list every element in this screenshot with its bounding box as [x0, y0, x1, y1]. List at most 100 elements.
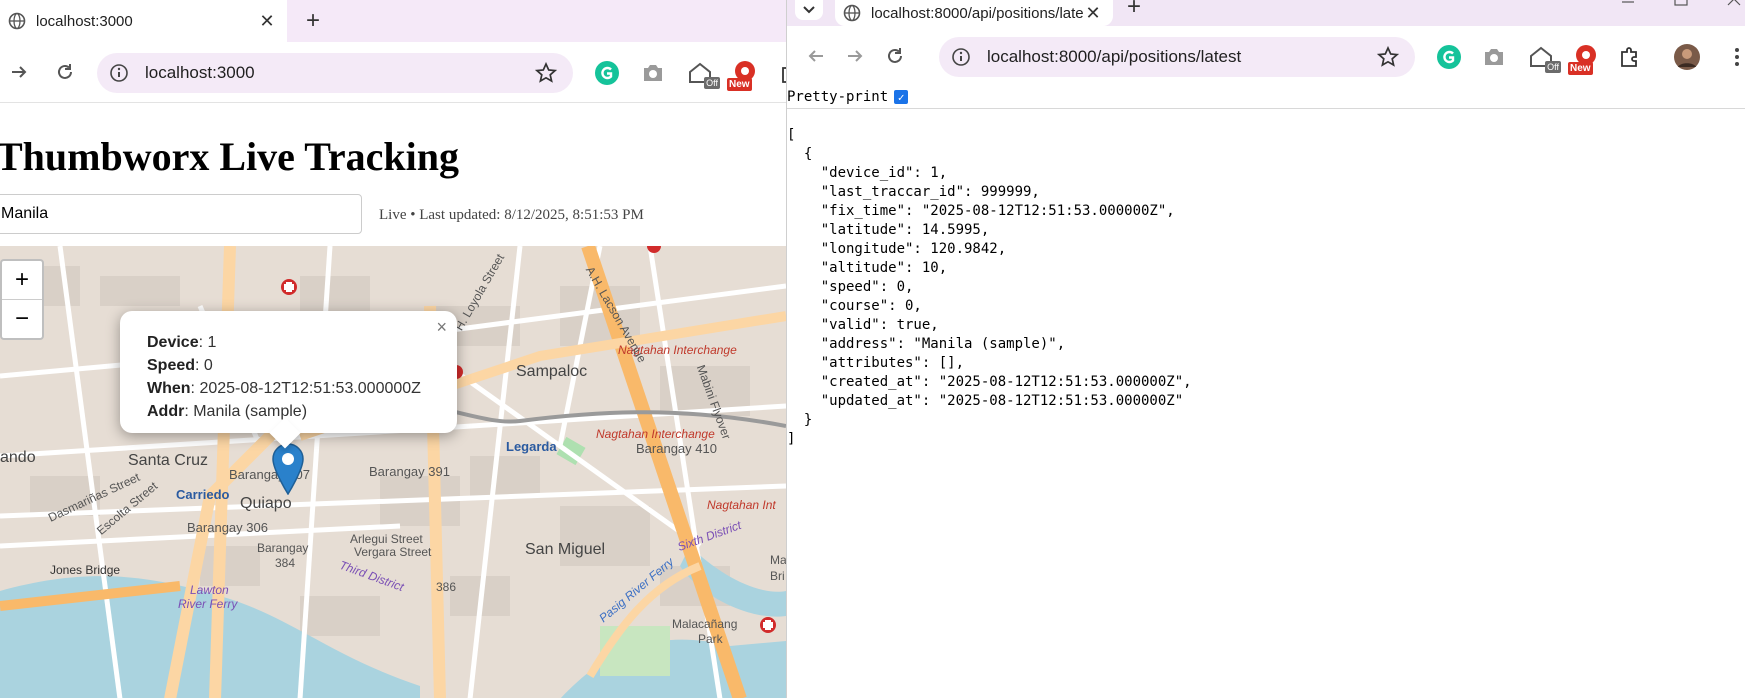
json-line: ] [787, 431, 796, 447]
popup-close-button[interactable]: × [436, 317, 447, 338]
map-label: H. Loyola Street [452, 251, 508, 333]
forward-arrow-icon[interactable] [2, 55, 36, 89]
ext-new-icon[interactable]: New [1568, 43, 1600, 75]
puzzle-icon[interactable] [776, 59, 786, 87]
ext-new-icon[interactable]: New [727, 59, 759, 91]
popup-device-value: : 1 [198, 334, 217, 351]
map-label: 386 [436, 580, 457, 594]
popup-addr-label: Addr [147, 403, 185, 420]
tab-api-positions[interactable]: localhost:8000/api/positions/latest ✕ [835, 0, 1113, 26]
map-marker-icon[interactable] [272, 443, 304, 495]
json-line: "valid": true, [787, 317, 939, 333]
map-label: Nagtahan Int [707, 498, 776, 512]
tab-strip: localhost:8000/api/positions/latest ✕ + [787, 0, 1745, 26]
map-label: San Miguel [525, 541, 606, 558]
search-input[interactable] [0, 194, 362, 234]
page-title: Thumbworx Live Tracking [0, 134, 460, 179]
popup-when-row: When: 2025-08-12T12:51:53.000000Z [147, 377, 421, 400]
browser-toolbar: localhost:3000 Off New [0, 42, 786, 102]
new-tab-button[interactable]: + [298, 6, 328, 36]
ext-off-icon[interactable]: Off [1527, 43, 1561, 73]
grammarly-icon[interactable] [1435, 43, 1463, 71]
chevron-down-icon [803, 6, 815, 14]
forward-arrow-icon[interactable] [838, 39, 872, 73]
map-label: Barangay [257, 541, 309, 555]
tab-title: localhost:8000/api/positions/latest [871, 4, 1083, 22]
json-line: "latitude": 14.5995, [787, 222, 990, 238]
popup-addr-row: Addr: Manila (sample) [147, 400, 421, 423]
zoom-out-button[interactable]: − [2, 299, 42, 338]
tab-close-button[interactable]: ✕ [1083, 3, 1103, 23]
json-line: "device_id": 1, [787, 165, 948, 181]
map-label: Lawton [190, 583, 229, 597]
json-line: } [787, 412, 813, 428]
status-text: Live • Last updated: 8/12/2025, 8:51:53 … [379, 207, 644, 223]
address-bar[interactable]: localhost:8000/api/positions/latest [939, 37, 1415, 77]
json-line: "created_at": "2025-08-12T12:51:53.00000… [787, 374, 1192, 390]
map-label: Nagtahan Interchange [596, 427, 715, 441]
maximize-icon[interactable] [1674, 0, 1688, 6]
new-badge: New [1568, 62, 1593, 75]
web-page: Thumbworx Live Tracking Live • Last upda… [0, 102, 786, 698]
map-label: River Ferry [178, 597, 238, 611]
star-icon[interactable] [1375, 44, 1401, 70]
map-label: 384 [275, 556, 296, 570]
map-label: Vergara Street [354, 545, 432, 559]
map-label: Pasig River Ferry [596, 554, 677, 626]
json-line: "fix_time": "2025-08-12T12:51:53.000000Z… [787, 203, 1175, 219]
off-badge: Off [1545, 61, 1561, 73]
popup-speed-value: : 0 [195, 357, 213, 374]
tab-strip: localhost:3000 ✕ + [0, 0, 786, 42]
json-line: "updated_at": "2025-08-12T12:51:53.00000… [787, 393, 1184, 409]
address-bar[interactable]: localhost:3000 [97, 53, 573, 93]
popup-when-value: : 2025-08-12T12:51:53.000000Z [190, 380, 421, 397]
map-label: Arlegui Street [350, 532, 423, 546]
marker-popup: × Device: 1 Speed: 0 When: 2025-08-12T12… [120, 311, 457, 449]
zoom-control: + − [0, 259, 44, 340]
camera-icon[interactable] [1480, 43, 1508, 71]
map-label: Barangay 306 [187, 520, 268, 535]
avatar[interactable] [1673, 43, 1701, 71]
ext-off-icon[interactable]: Off [686, 59, 720, 89]
popup-speed-row: Speed: 0 [147, 354, 421, 377]
json-line: "attributes": [], [787, 355, 965, 371]
map-label: A.H. Lacson Avenue [582, 264, 650, 365]
reload-icon[interactable] [48, 55, 82, 89]
map-label: Santa Cruz [128, 452, 209, 469]
pretty-print-bar: Pretty-print ✓ [787, 86, 1745, 109]
grammarly-icon[interactable] [593, 59, 621, 87]
puzzle-icon[interactable] [1615, 43, 1643, 71]
json-line: "altitude": 10, [787, 260, 948, 276]
map-label: Malacañang [672, 617, 738, 631]
pretty-print-label: Pretty-print [787, 89, 889, 105]
tab-search-dropdown[interactable] [795, 0, 823, 20]
right-browser-window: localhost:8000/api/positions/latest ✕ + … [786, 0, 1745, 698]
popup-device-row: Device: 1 [147, 331, 421, 354]
info-icon[interactable] [109, 63, 129, 83]
popup-addr-value: : Manila (sample) [184, 403, 308, 420]
map-label: Ma [770, 553, 786, 567]
minimize-icon[interactable] [1621, 0, 1635, 6]
checkbox-checked-icon[interactable]: ✓ [894, 90, 909, 104]
map-view[interactable]: Sampaloc Santa Cruz Quiapo San Miguel Ca… [0, 246, 786, 698]
map-label: Park [698, 632, 723, 646]
back-arrow-icon[interactable] [799, 39, 833, 73]
json-line: "address": "Manila (sample)", [787, 336, 1066, 352]
window-close-icon[interactable] [1727, 0, 1741, 6]
browser-toolbar: localhost:8000/api/positions/latest Off … [787, 26, 1745, 86]
url-text: localhost:3000 [145, 63, 255, 82]
new-tab-button[interactable]: + [1119, 0, 1149, 22]
globe-icon [8, 12, 26, 30]
popup-content: Device: 1 Speed: 0 When: 2025-08-12T12:5… [147, 331, 421, 423]
reload-icon[interactable] [878, 39, 912, 73]
zoom-in-button[interactable]: + [2, 261, 42, 299]
tab-close-button[interactable]: ✕ [257, 11, 277, 31]
new-badge: New [727, 78, 752, 91]
json-line: "last_traccar_id": 999999, [787, 184, 1040, 200]
more-options-icon[interactable] [1723, 43, 1745, 71]
camera-icon[interactable] [639, 59, 667, 87]
map-label: Legarda [506, 439, 557, 454]
info-icon[interactable] [951, 47, 971, 67]
star-icon[interactable] [533, 60, 559, 86]
tab-localhost-3000[interactable]: localhost:3000 ✕ [0, 0, 287, 42]
